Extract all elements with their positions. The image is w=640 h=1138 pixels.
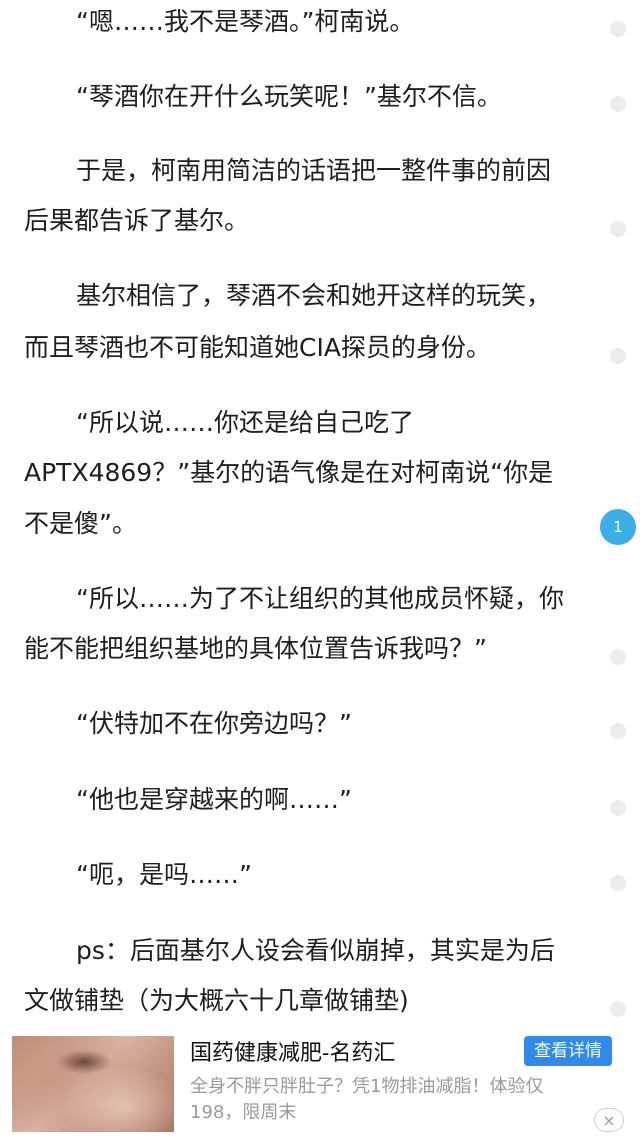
- text-line: 后果都告诉了基尔。: [24, 206, 250, 235]
- paragraph-comment-dot[interactable]: [610, 800, 626, 816]
- text-line: 于是，柯南用简洁的话语把一整件事的前因: [76, 156, 552, 185]
- ad-banner[interactable]: 国药健康减肥-名药汇 查看详情 全身不胖只胖肚子？凭1物排油减脂！体验仅 198…: [0, 1030, 640, 1138]
- paragraph-comment-count-badge[interactable]: 1: [600, 509, 636, 545]
- text-line: “琴酒你在开什么玩笑呢！”基尔不信。: [76, 82, 502, 111]
- chapter-reader: “嗯……我不是琴酒。”柯南说。 “琴酒你在开什么玩笑呢！”基尔不信。 于是，柯南…: [0, 0, 640, 1030]
- ad-description-line-1: 全身不胖只胖肚子？凭1物排油减脂！体验仅: [190, 1076, 544, 1097]
- paragraph-comment-dot[interactable]: [610, 1001, 626, 1017]
- view-details-button[interactable]: 查看详情: [524, 1036, 612, 1066]
- paragraph-comment-dot[interactable]: [610, 649, 626, 665]
- close-icon[interactable]: ×: [594, 1108, 624, 1132]
- text-line: “嗯……我不是琴酒。”柯南说。: [76, 7, 415, 36]
- paragraph-comment-dot[interactable]: [610, 21, 626, 37]
- paragraph-comment-dot[interactable]: [610, 348, 626, 364]
- text-line: 不是傻”。: [24, 509, 137, 538]
- paragraph-comment-dot[interactable]: [610, 221, 626, 237]
- text-line: 而且琴酒也不可能知道她CIA探员的身份。: [24, 333, 491, 362]
- text-line: “呃，是吗……”: [76, 860, 252, 889]
- text-line: “所以说……你还是给自己吃了: [76, 408, 414, 437]
- text-line: “所以……为了不让组织的其他成员怀疑，你: [76, 584, 564, 613]
- ad-image[interactable]: [12, 1036, 174, 1132]
- text-line: APTX4869？”基尔的语气像是在对柯南说“你是: [24, 458, 554, 487]
- paragraph-comment-dot[interactable]: [610, 96, 626, 112]
- ad-title[interactable]: 国药健康减肥-名药汇: [190, 1038, 395, 1068]
- text-line: “他也是穿越来的啊……”: [76, 785, 352, 814]
- ad-description-line-2: 198，限周末: [190, 1102, 297, 1123]
- text-line: 基尔相信了，琴酒不会和她开这样的玩笑，: [76, 281, 552, 310]
- text-line: ps：后面基尔人设会看似崩掉，其实是为后: [76, 936, 555, 965]
- text-line: 文做铺垫（为大概六十几章做铺垫): [24, 986, 409, 1015]
- text-line: 能不能把组织基地的具体位置告诉我吗？”: [24, 634, 487, 663]
- paragraph-comment-dot[interactable]: [610, 875, 626, 891]
- paragraph-comment-dot[interactable]: [610, 723, 626, 739]
- text-line: “伏特加不在你旁边吗？”: [76, 709, 352, 738]
